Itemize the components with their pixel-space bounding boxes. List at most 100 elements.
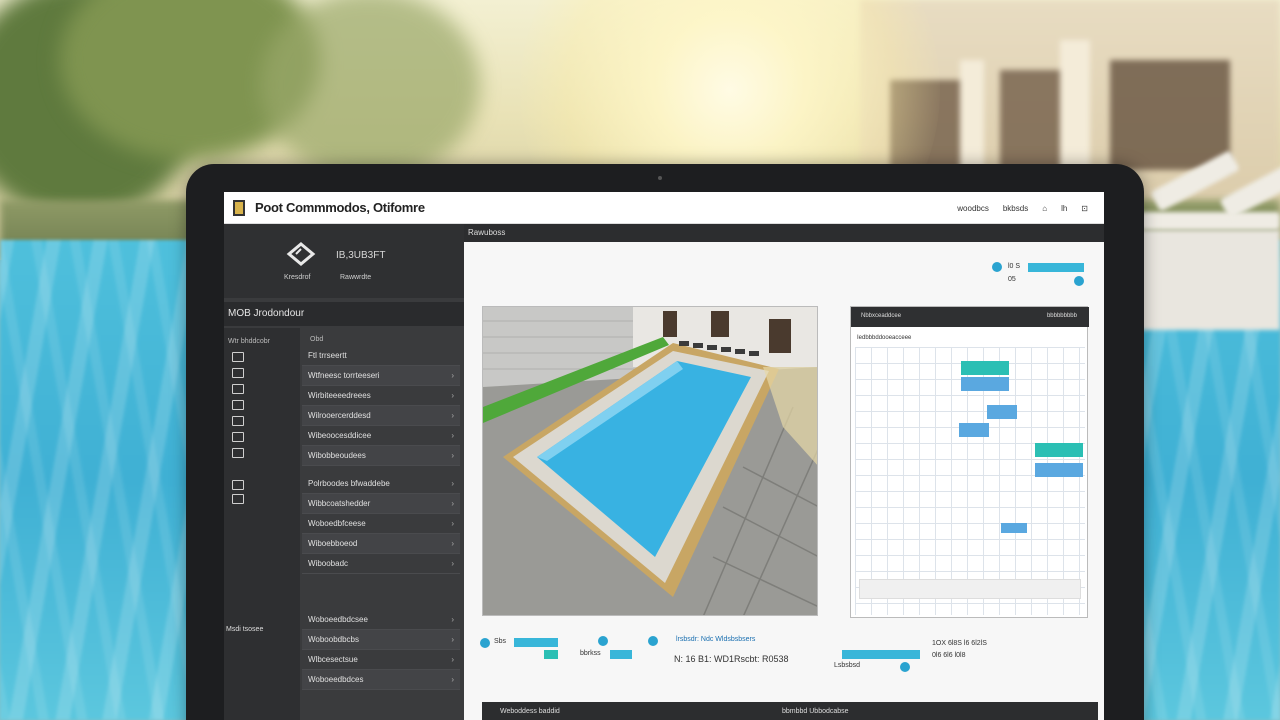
sidebar-item[interactable]: Polrboodes bfwaddebe ›: [302, 474, 460, 494]
light-icon[interactable]: [232, 448, 244, 458]
sidebar-item[interactable]: Woboeedbdcsee ›: [302, 610, 460, 630]
sidebar-item[interactable]: Wiboebboeod ›: [302, 534, 460, 554]
sidebar-sub-label: Obd: [310, 336, 324, 343]
control-label: Sbs: [494, 638, 507, 645]
schedule-bar[interactable]: [987, 405, 1017, 419]
app-title: Poot Commmodos, Otifomre: [255, 200, 425, 215]
settings-icon[interactable]: [232, 494, 244, 504]
control-label: N: 16 B1: WD1Rscbt: R0538: [674, 654, 789, 664]
sidebar-item-label: Wiboebboeod: [308, 539, 358, 548]
panel-header: Nbbxceaddcee bbbbbbbbb: [851, 307, 1089, 327]
progress-bar: [610, 650, 632, 659]
sidebar-item[interactable]: Woboobdbcbs ›: [302, 630, 460, 650]
sidebar-item-label: Woboeedbdcsee: [308, 615, 368, 624]
main-header: Rawuboss: [464, 224, 1104, 242]
pool-deck: [1120, 230, 1280, 330]
panel-title: Nbbxceaddcee: [861, 313, 902, 319]
pool-render-illustration: [483, 307, 817, 615]
window-icon[interactable]: ⊡: [1081, 204, 1088, 213]
sidebar-item[interactable]: Woboeedbdces ›: [302, 670, 460, 690]
chevron-right-icon: ›: [451, 411, 454, 420]
main-header-label: Rawuboss: [468, 228, 506, 237]
chevron-right-icon: ›: [451, 451, 454, 460]
chevron-right-icon: ›: [451, 479, 454, 488]
lounger: [1140, 212, 1280, 230]
sidebar-item[interactable]: Wibobbeoudees ›: [302, 446, 460, 466]
app-logo-icon: [233, 199, 245, 216]
layers-icon[interactable]: [232, 352, 244, 362]
chevron-right-icon: ›: [451, 391, 454, 400]
sidebar-footer: Msdi tsosee: [226, 626, 264, 633]
schedule-bar[interactable]: [961, 377, 1009, 391]
chevron-right-icon: ›: [451, 675, 454, 684]
sidebar-item[interactable]: Wilrooercerddesd ›: [302, 406, 460, 426]
sidebar-item-label: Wilrooercerddesd: [308, 411, 371, 420]
sidebar-item-label: Wirbiteeeedreees: [308, 391, 371, 400]
bottom-toolbar-label: Weboddess baddid: [500, 708, 560, 715]
schedule-bar[interactable]: [1035, 463, 1083, 477]
control-label: l0 S: [1008, 263, 1021, 270]
brand-logo-icon: [286, 242, 316, 266]
sidebar-sub-label: Wtr bhddcobr: [228, 338, 271, 345]
panel-subtitle: Iedbbbddooeacceee: [857, 335, 912, 341]
sidebar-item[interactable]: Woboedbfceese ›: [302, 514, 460, 534]
bottom-toolbar-label: bbmbbd Ubbodcabse: [782, 708, 849, 715]
sidebar-item-label: Wiboobadc: [308, 559, 349, 568]
horizontal-scrollbar[interactable]: [859, 579, 1081, 599]
home-icon[interactable]: ⌂: [1042, 204, 1047, 213]
tile-icon[interactable]: [232, 432, 244, 442]
schedule-bar[interactable]: [959, 423, 989, 437]
chevron-right-icon: ›: [451, 559, 454, 568]
pool-icon[interactable]: [232, 416, 244, 426]
schedule-bar[interactable]: [961, 361, 1009, 375]
sidebar-item[interactable]: Wirbiteeeedreees ›: [302, 386, 460, 406]
sidebar: IB,3UB3FT Kresdrof Rawwrdte MOB Jrodondo…: [224, 224, 464, 720]
ruler-icon[interactable]: [232, 400, 244, 410]
sidebar-item[interactable]: Ftl trrseertt: [302, 346, 460, 366]
chevron-right-icon: ›: [451, 371, 454, 380]
chevron-right-icon: ›: [451, 635, 454, 644]
pump-icon[interactable]: [232, 480, 244, 490]
status-dot[interactable]: [1074, 276, 1084, 286]
sidebar-item[interactable]: Wtfneesc torrteeseri ›: [302, 366, 460, 386]
toolbar-item[interactable]: lh: [1061, 204, 1067, 213]
brand-caption: Kresdrof: [284, 274, 311, 281]
panel-header-right: bbbbbbbbb: [1046, 313, 1077, 319]
status-dot[interactable]: [598, 636, 608, 646]
cube-icon[interactable]: [232, 384, 244, 394]
sidebar-item-label: Polrboodes bfwaddebe: [308, 479, 390, 488]
progress-bar: [514, 638, 558, 647]
sidebar-item[interactable]: Wibeoocesddicee ›: [302, 426, 460, 446]
control-label: 05: [1008, 276, 1016, 283]
progress-bar: [1028, 263, 1084, 272]
control-label: Lsbsbsd: [834, 662, 861, 669]
chevron-right-icon: ›: [451, 539, 454, 548]
status-dot[interactable]: [900, 662, 910, 672]
sidebar-item-label: Ftl trrseertt: [308, 351, 347, 360]
toolbar-item[interactable]: bkbsds: [1003, 204, 1028, 213]
sidebar-item-label: Wtfneesc torrteeseri: [308, 371, 380, 380]
toolbar-item[interactable]: woodbcs: [957, 204, 989, 213]
sidebar-item-label: Wibbcoatshedder: [308, 499, 371, 508]
status-dot[interactable]: [480, 638, 490, 648]
schedule-bar[interactable]: [1001, 523, 1027, 533]
title-bar: Poot Commmodos, Otifomre woodbcs bkbsds …: [224, 192, 1104, 224]
sidebar-item[interactable]: Wiboobadc ›: [302, 554, 460, 574]
status-dot[interactable]: [992, 262, 1002, 272]
sidebar-item[interactable]: Wlbcesectsue ›: [302, 650, 460, 670]
control-label: lrsbsdr: Ndc Wldsbsbsers: [676, 636, 756, 643]
pool-render-view[interactable]: [482, 306, 818, 616]
brand-caption: Rawwrdte: [340, 274, 372, 281]
chevron-right-icon: ›: [451, 431, 454, 440]
laptop: Poot Commmodos, Otifomre woodbcs bkbsds …: [186, 164, 1144, 720]
chevron-right-icon: ›: [451, 655, 454, 664]
control-label: bbrkss: [580, 650, 601, 657]
sidebar-item-label: Woboobdbcbs: [308, 635, 359, 644]
schedule-bar[interactable]: [1035, 443, 1083, 457]
progress-bar: [842, 650, 920, 659]
schedule-panel[interactable]: Nbbxceaddcee bbbbbbbbb Iedbbbddooeacceee: [850, 306, 1089, 618]
section-title-label: MOB Jrodondour: [228, 308, 305, 319]
grid-icon[interactable]: [232, 368, 244, 378]
status-dot[interactable]: [648, 636, 658, 646]
sidebar-item[interactable]: Wibbcoatshedder ›: [302, 494, 460, 514]
